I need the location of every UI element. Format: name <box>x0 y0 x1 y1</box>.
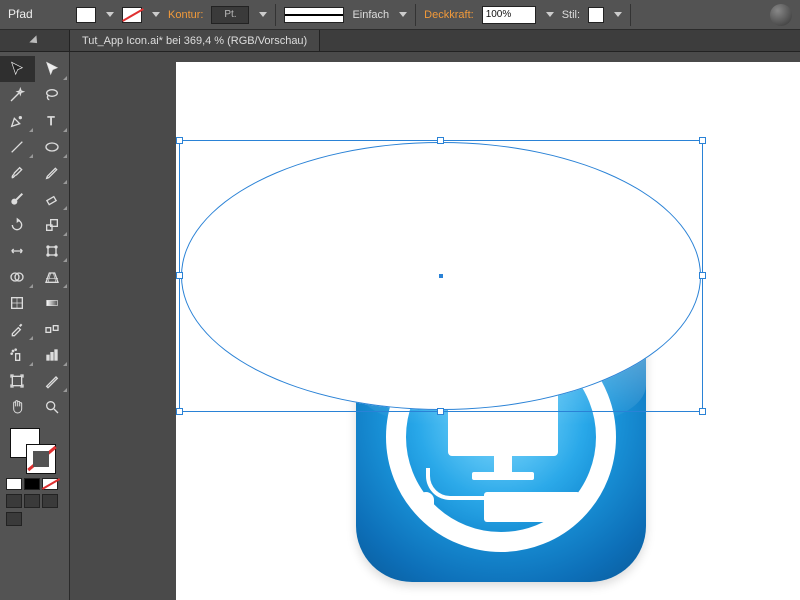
icon-mouse-wire <box>426 468 486 500</box>
screen-mode[interactable] <box>6 512 22 526</box>
stroke-weight-caret-icon[interactable] <box>259 12 267 17</box>
canvas[interactable]: Abbildung: 33 <box>166 52 800 600</box>
panel-collapse-toggle[interactable] <box>0 30 70 51</box>
icon-keyboard <box>484 492 580 522</box>
pasteboard-gutter <box>70 52 166 600</box>
blob-brush-tool[interactable] <box>0 186 35 212</box>
draw-behind[interactable] <box>24 494 40 508</box>
stroke-profile[interactable] <box>284 7 344 23</box>
opacity-field[interactable]: 100% <box>482 6 536 24</box>
lasso-tool[interactable] <box>35 82 70 108</box>
style-caret-icon[interactable] <box>614 12 622 17</box>
document-tab-strip: Tut_App Icon.ai* bei 369,4 % (RGB/Vorsch… <box>0 30 800 52</box>
separator <box>415 4 416 26</box>
brush-tool[interactable] <box>0 160 35 186</box>
column-graph-tool[interactable] <box>35 342 70 368</box>
stroke-color-box[interactable] <box>26 444 56 474</box>
collapse-icon <box>29 35 40 46</box>
handle-bottom-right[interactable] <box>699 408 706 415</box>
zoom-tool[interactable] <box>35 394 70 420</box>
color-mode-solid[interactable] <box>6 478 22 490</box>
free-transform-tool[interactable] <box>35 238 70 264</box>
type-tool[interactable]: T <box>35 108 70 134</box>
tools-panel: T <box>0 52 70 600</box>
selection-type-label: Pfad <box>8 7 33 21</box>
stroke-profile-caret-icon[interactable] <box>399 12 407 17</box>
control-bar: Pfad Kontur: Pt. Einfach Deckkraft: 100%… <box>0 0 800 30</box>
gradient-tool[interactable] <box>35 290 70 316</box>
svg-text:T: T <box>47 114 55 128</box>
width-tool[interactable] <box>0 238 35 264</box>
blend-tool[interactable] <box>35 316 70 342</box>
fill-dropdown-icon[interactable] <box>106 12 114 17</box>
handle-top-left[interactable] <box>176 137 183 144</box>
eraser-tool[interactable] <box>35 186 70 212</box>
kontur-label: Kontur: <box>168 9 203 21</box>
opacity-label: Deckkraft: <box>424 9 474 21</box>
pencil-tool[interactable] <box>35 160 70 186</box>
fill-stroke-indicator[interactable] <box>6 426 63 474</box>
draw-inside[interactable] <box>42 494 58 508</box>
direct-selection-tool[interactable] <box>35 56 70 82</box>
perspective-grid-tool[interactable] <box>35 264 70 290</box>
icon-mouse <box>418 492 434 516</box>
graphic-style-swatch[interactable] <box>588 7 604 23</box>
app-home-icon[interactable] <box>770 4 792 26</box>
selection-tool[interactable] <box>0 56 35 82</box>
draw-normal[interactable] <box>6 494 22 508</box>
screen-mode-row <box>6 494 63 508</box>
color-mode-row <box>6 478 63 490</box>
handle-bottom-left[interactable] <box>176 408 183 415</box>
shape-builder-tool[interactable] <box>0 264 35 290</box>
stroke-dropdown-icon[interactable] <box>152 12 160 17</box>
scale-tool[interactable] <box>35 212 70 238</box>
workspace: T <box>0 52 800 600</box>
pen-tool[interactable] <box>0 108 35 134</box>
stroke-profile-label: Einfach <box>352 9 389 21</box>
separator <box>630 4 631 26</box>
opacity-caret-icon[interactable] <box>546 12 554 17</box>
selected-ellipse-shape[interactable] <box>181 142 701 410</box>
eyedropper-tool[interactable] <box>0 316 35 342</box>
artboard-tool[interactable] <box>0 368 35 394</box>
symbol-sprayer-tool[interactable] <box>0 342 35 368</box>
style-label: Stil: <box>562 9 580 21</box>
stroke-swatch-none[interactable] <box>122 7 142 23</box>
hand-tool[interactable] <box>0 394 35 420</box>
color-mode-gradient[interactable] <box>24 478 40 490</box>
stroke-weight-field[interactable]: Pt. <box>211 6 249 24</box>
slice-tool[interactable] <box>35 368 70 394</box>
fill-swatch[interactable] <box>76 7 96 23</box>
handle-top-right[interactable] <box>699 137 706 144</box>
separator <box>275 4 276 26</box>
artboard[interactable]: Abbildung: 33 <box>176 62 800 600</box>
color-mode-none[interactable] <box>42 478 58 490</box>
document-tab-label: Tut_App Icon.ai* bei 369,4 % (RGB/Vorsch… <box>82 35 307 47</box>
document-tab[interactable]: Tut_App Icon.ai* bei 369,4 % (RGB/Vorsch… <box>70 30 320 51</box>
ellipse-tool[interactable] <box>35 134 70 160</box>
rotate-tool[interactable] <box>0 212 35 238</box>
mesh-tool[interactable] <box>0 290 35 316</box>
screen-mode-row2 <box>6 512 63 526</box>
line-tool[interactable] <box>0 134 35 160</box>
magic-wand-tool[interactable] <box>0 82 35 108</box>
